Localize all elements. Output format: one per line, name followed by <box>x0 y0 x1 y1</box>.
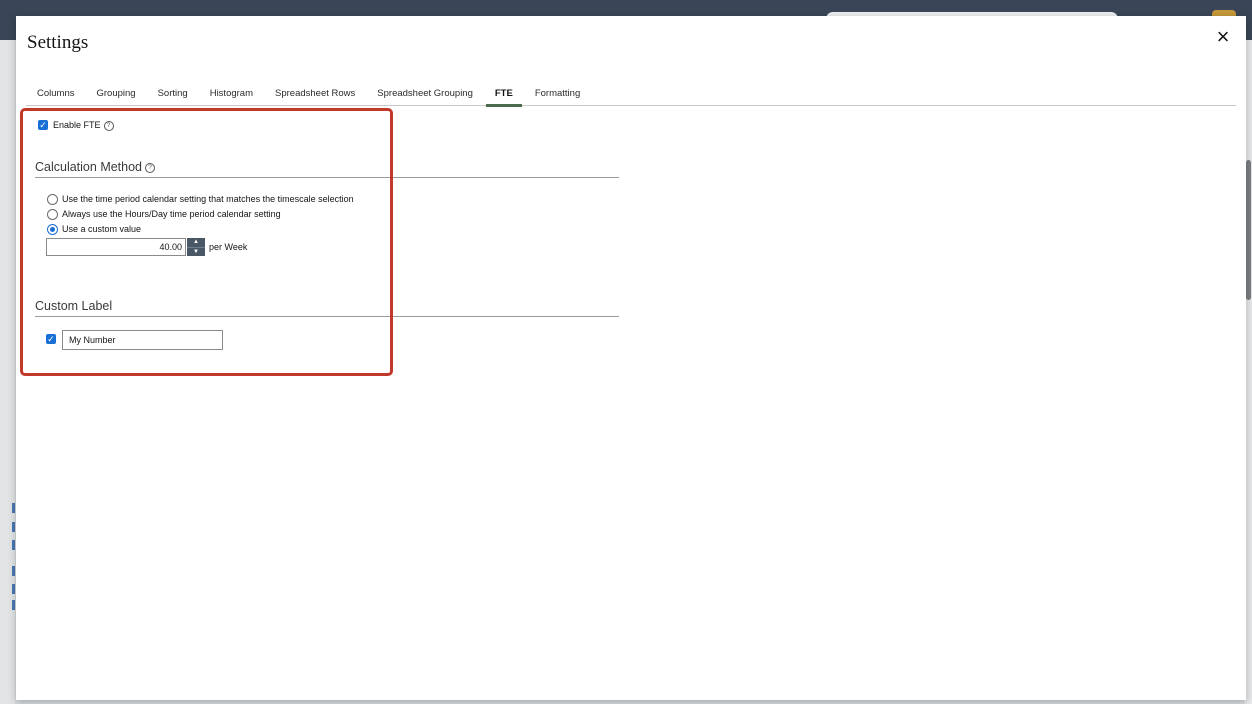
tab-bar: Columns Grouping Sorting Histogram Sprea… <box>26 86 1236 107</box>
settings-dialog: Settings × Columns Grouping Sorting Hist… <box>16 16 1246 700</box>
tab-spreadsheet-grouping[interactable]: Spreadsheet Grouping <box>366 86 484 104</box>
background-row-marker <box>12 566 15 576</box>
help-icon[interactable]: ? <box>145 162 156 173</box>
background-row-marker <box>12 540 15 550</box>
radio-hours-day-calendar[interactable] <box>47 209 58 220</box>
calculation-method-heading: Calculation Method? <box>35 160 156 174</box>
enable-fte-checkbox[interactable]: ✓ <box>38 120 48 130</box>
tab-columns[interactable]: Columns <box>26 86 86 104</box>
tab-spreadsheet-rows[interactable]: Spreadsheet Rows <box>264 86 366 104</box>
tab-grouping[interactable]: Grouping <box>86 86 147 104</box>
radio-custom-value[interactable] <box>47 224 58 235</box>
enable-fte-label-wrap: Enable FTE? <box>53 120 114 131</box>
radio-hours-day-calendar-label: Always use the Hours/Day time period cal… <box>62 209 281 219</box>
tab-fte[interactable]: FTE <box>484 86 524 107</box>
radio-timescale-calendar[interactable] <box>47 194 58 205</box>
custom-label-title: Custom Label <box>35 299 113 313</box>
radio-custom-value-label: Use a custom value <box>62 224 142 234</box>
stepper-down-icon[interactable]: ▼ <box>187 248 205 257</box>
section-divider <box>35 177 619 178</box>
background-scrollbar-thumb <box>1246 160 1251 300</box>
custom-value-stepper[interactable]: ▲ ▼ <box>187 238 205 256</box>
background-row-marker <box>12 503 15 513</box>
background-row-marker <box>12 584 15 594</box>
tab-formatting[interactable]: Formatting <box>524 86 591 104</box>
section-divider <box>35 316 619 317</box>
stepper-up-icon[interactable]: ▲ <box>187 238 205 248</box>
radio-timescale-calendar-label: Use the time period calendar setting tha… <box>62 194 354 204</box>
background-row-marker <box>12 522 15 532</box>
help-icon[interactable]: ? <box>103 120 114 131</box>
background-row-marker <box>12 600 15 610</box>
dialog-title: Settings <box>27 32 89 53</box>
custom-value-input[interactable]: 40.00 <box>46 238 186 256</box>
enable-fte-label: Enable FTE <box>53 120 101 130</box>
background-scrollbar-track <box>1245 40 1252 704</box>
calculation-method-title: Calculation Method <box>35 160 143 174</box>
unit-label: per Week <box>209 242 248 252</box>
tab-sorting[interactable]: Sorting <box>147 86 199 104</box>
tab-histogram[interactable]: Histogram <box>199 86 264 104</box>
custom-label-checkbox[interactable]: ✓ <box>46 334 56 344</box>
custom-label-input[interactable]: My Number <box>62 330 223 350</box>
close-icon[interactable]: × <box>1210 24 1236 50</box>
